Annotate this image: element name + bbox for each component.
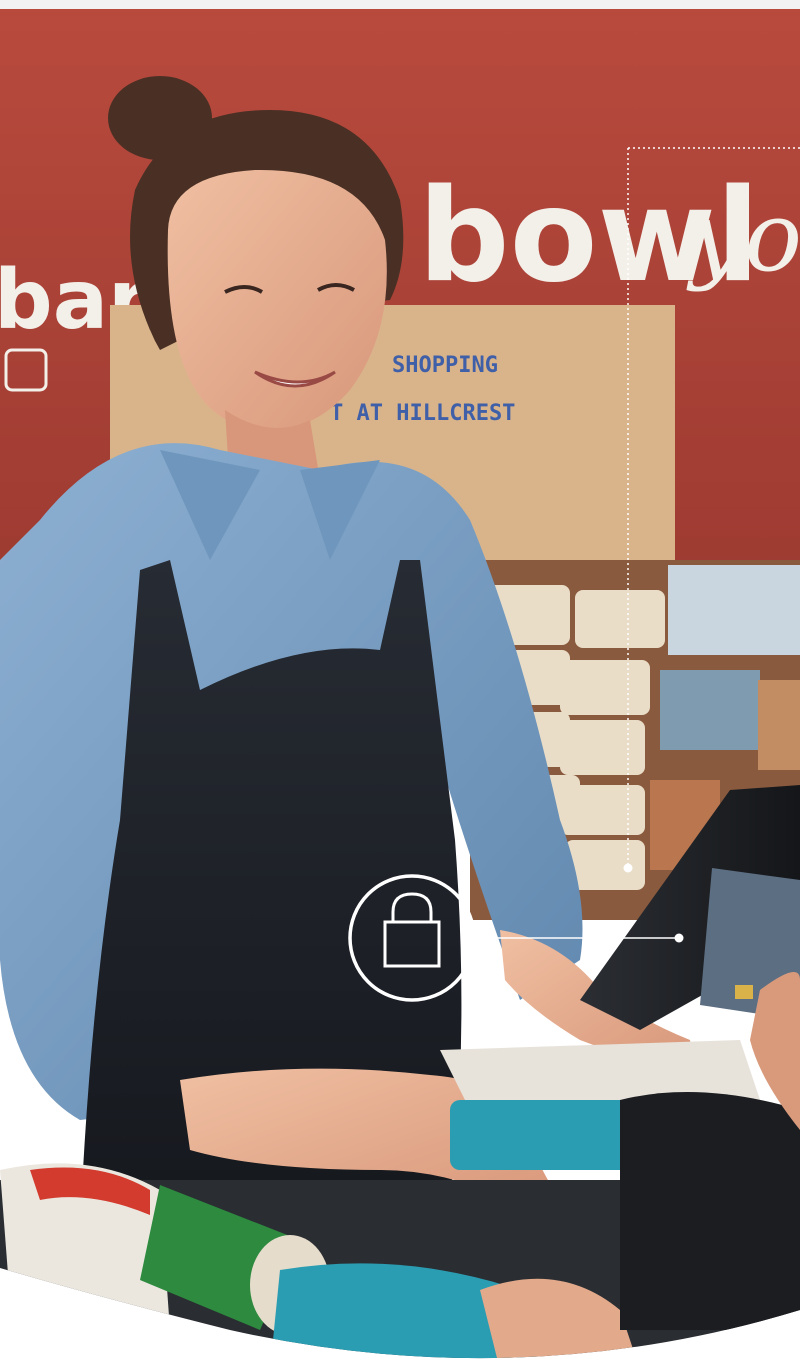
top-strip [0, 0, 800, 9]
cashier-photo: barg bowl yo SHOPPING T AT HILLCREST [0, 9, 800, 1359]
sign-word-script: yo [686, 181, 800, 293]
poster-line-2: T AT HILLCREST [330, 401, 515, 426]
overlay-dot-top [623, 863, 633, 873]
poster-line-1: SHOPPING [392, 353, 498, 378]
overlay-dot-end [674, 933, 684, 943]
card-chip [735, 985, 753, 999]
photo-frame: barg bowl yo SHOPPING T AT HILLCREST [0, 0, 800, 1363]
